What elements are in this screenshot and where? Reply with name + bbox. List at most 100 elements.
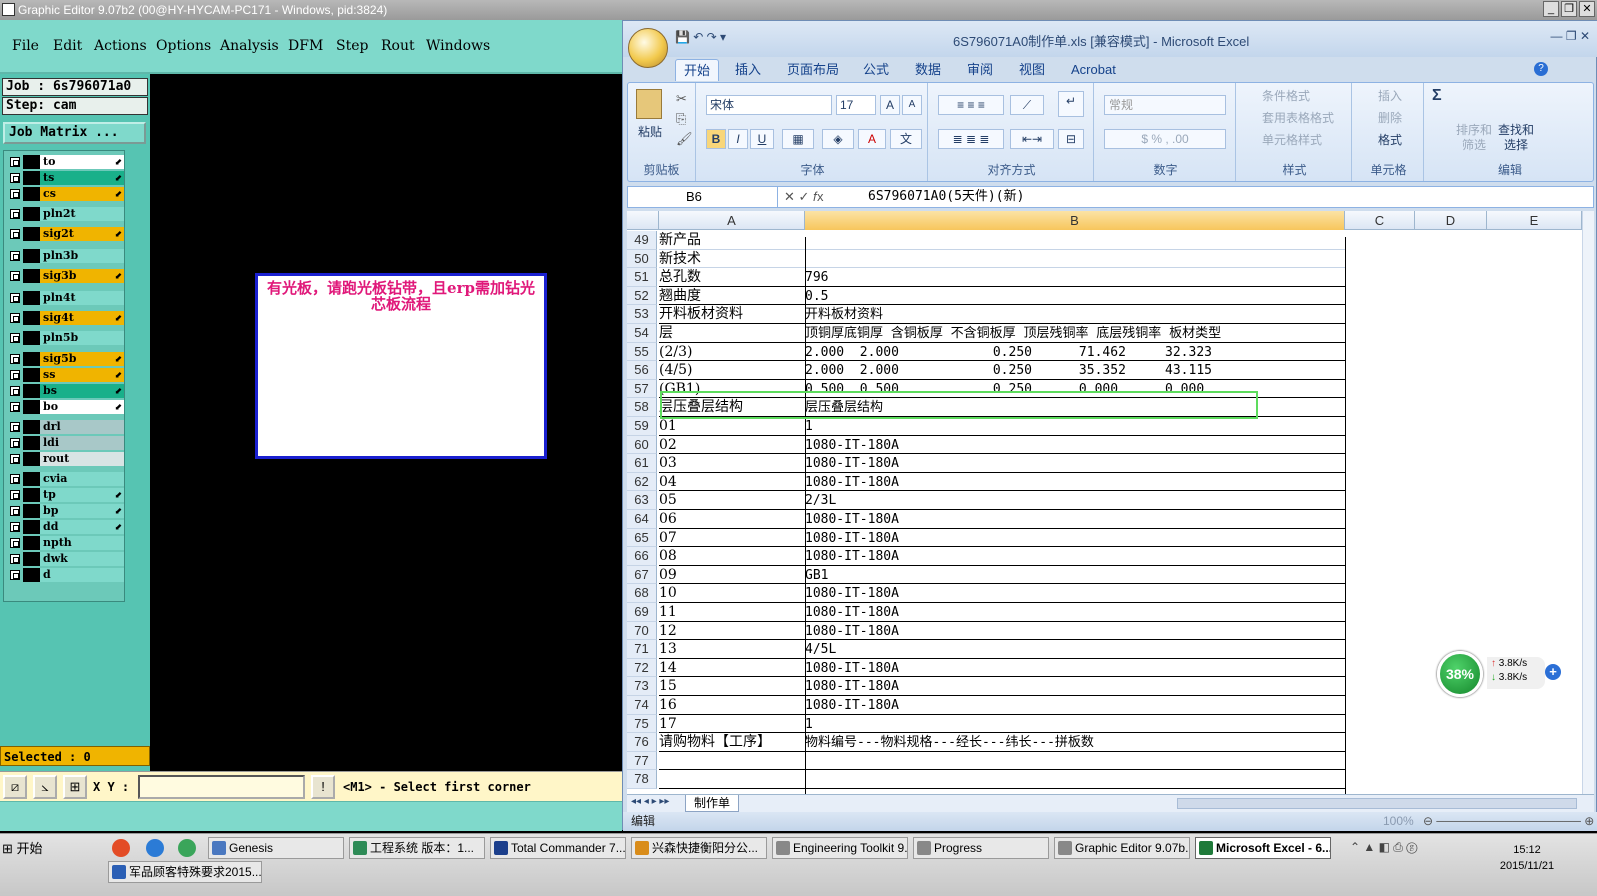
cell-b[interactable]: GB1 (805, 566, 828, 585)
layer-checkbox[interactable] (10, 438, 20, 448)
taskbar-excel[interactable]: Microsoft Excel - 6... (1195, 837, 1331, 859)
layer-checkbox[interactable] (10, 313, 20, 323)
menu-windows[interactable]: Windows (426, 38, 490, 54)
cell-a[interactable]: 16 (659, 696, 677, 715)
quick-access-icons[interactable]: 💾 ↶ ↷ ▾ (675, 30, 726, 44)
cell-a[interactable]: 05 (659, 491, 677, 510)
layer-name[interactable]: pln2t (40, 207, 124, 221)
layer-row-bo[interactable]: bo ⬋ (7, 400, 124, 414)
app-launcher-icon[interactable] (178, 839, 196, 857)
layer-checkbox[interactable] (10, 189, 20, 199)
row-header[interactable]: 76 (627, 733, 657, 752)
row-header[interactable]: 59 (627, 417, 657, 436)
menu-actions[interactable]: Actions (94, 38, 147, 54)
wrap-text-icon[interactable]: ↵ (1058, 91, 1084, 117)
layer-row-pln2t[interactable]: pln2t (7, 207, 124, 221)
tab-insert[interactable]: 插入 (727, 59, 769, 81)
tab-page-layout[interactable]: 页面布局 (779, 59, 847, 81)
layer-name[interactable]: to ⬋ (40, 155, 124, 169)
sort-filter-button[interactable]: 排序和 筛选 (1456, 123, 1492, 153)
zoom-slider-icon[interactable]: ⊖ ───────────────── ⊕ (1423, 812, 1594, 831)
cell-b[interactable]: 796 (805, 268, 828, 287)
cell-b[interactable]: 顶铜厚底铜厚 含铜板厚 不含铜板厚 顶层残铜率 底层残铜率 板材类型 (805, 324, 1221, 343)
orientation-icon[interactable]: ⟋ (1010, 95, 1044, 115)
layer-row-sig4t[interactable]: sig4t ⬋ (7, 311, 124, 325)
italic-icon[interactable]: I (728, 129, 748, 149)
cell-b[interactable]: 0.5 (805, 287, 828, 306)
layer-checkbox[interactable] (10, 209, 20, 219)
zoom-level[interactable]: 100% (1383, 812, 1414, 831)
cell-a[interactable]: 总孔数 (659, 268, 701, 287)
cell-b[interactable]: 1080-IT-180A (805, 696, 899, 715)
layer-row-dwk[interactable]: dwk (7, 552, 124, 566)
layer-row-rout[interactable]: rout (7, 452, 124, 466)
tab-view[interactable]: 视图 (1011, 59, 1053, 81)
layer-checkbox[interactable] (10, 490, 20, 500)
layer-row-pln4t[interactable]: pln4t (7, 291, 124, 305)
row-header[interactable]: 54 (627, 324, 657, 343)
row-header[interactable]: 60 (627, 435, 657, 455)
row-header[interactable]: 68 (627, 584, 657, 603)
tab-review[interactable]: 审阅 (959, 59, 1001, 81)
layer-row-bs[interactable]: bs ⬋ (7, 384, 124, 398)
cell-a[interactable]: 10 (659, 584, 677, 603)
cell-a[interactable]: 06 (659, 510, 677, 529)
layer-row-sig5b[interactable]: sig5b ⬋ (7, 352, 124, 366)
formula-buttons-icon[interactable]: ✕ ✓ 𝑓x (784, 189, 824, 205)
cell-b[interactable]: 2.000 2.000 0.250 35.352 43.115 (805, 361, 1212, 380)
grid-icon[interactable]: ⊞ (63, 775, 87, 799)
cell-b[interactable]: 2.000 2.000 0.250 71.462 32.323 (805, 343, 1212, 362)
cell-b[interactable]: 1080-IT-180A (805, 584, 899, 603)
vertical-scrollbar[interactable] (1582, 211, 1594, 794)
row-header[interactable]: 55 (627, 342, 657, 362)
paste-label[interactable]: 粘贴 (638, 123, 662, 140)
delete-cells-button[interactable]: 删除 (1378, 109, 1402, 126)
row-header[interactable]: 62 (627, 472, 657, 492)
taskbar-engineering-system[interactable]: 工程系统 版本：1... (349, 837, 485, 859)
layer-name[interactable]: ldi (40, 436, 124, 450)
row-header[interactable]: 72 (627, 658, 657, 678)
layer-name[interactable]: bo ⬋ (40, 400, 124, 414)
menu-rout[interactable]: Rout (381, 38, 415, 54)
cell-b[interactable]: 1080-IT-180A (805, 454, 899, 473)
menu-options[interactable]: Options (156, 38, 211, 54)
taskbar-total-commander[interactable]: Total Commander 7.... (490, 837, 626, 859)
conditional-format-button[interactable]: 条件格式 (1262, 87, 1310, 104)
phonetic-icon[interactable]: 文 (890, 129, 922, 149)
underline-icon[interactable]: U (750, 129, 774, 149)
cell-b[interactable]: 1080-IT-180A (805, 659, 899, 678)
cell-b[interactable]: 1080-IT-180A (805, 510, 899, 529)
tab-data[interactable]: 数据 (907, 59, 949, 81)
layer-name[interactable]: pln5b (40, 331, 124, 345)
cell-a[interactable]: (2/3) (659, 343, 692, 362)
col-header-e[interactable]: E (1487, 211, 1582, 230)
layer-row-bp[interactable]: bp ⬋ (7, 504, 124, 518)
cell-a[interactable]: 03 (659, 454, 677, 473)
layer-name[interactable]: npth (40, 536, 124, 550)
tab-home[interactable]: 开始 (675, 59, 720, 81)
row-header[interactable]: 73 (627, 677, 657, 696)
start-button[interactable]: ⊞ 开始 (2, 838, 43, 857)
net-speed-widget[interactable]: ↑ 3.8K/s ↓ 3.8K/s 38% + (1437, 651, 1561, 697)
layer-name[interactable]: bp ⬋ (40, 504, 124, 518)
tray-icons[interactable]: ⌃ ▲ ◧ ⎙ ⓖ (1350, 840, 1417, 855)
select-all-corner[interactable] (627, 211, 659, 230)
cell-a[interactable]: 14 (659, 659, 677, 678)
layer-checkbox[interactable] (10, 454, 20, 464)
font-size-select[interactable]: 17 (836, 95, 876, 115)
border-icon[interactable]: ▦ (782, 129, 814, 149)
row-header[interactable]: 65 (627, 528, 657, 548)
layer-checkbox[interactable] (10, 506, 20, 516)
row-header[interactable]: 77 (627, 751, 657, 771)
row-header[interactable]: 63 (627, 491, 657, 510)
cell-a[interactable]: 12 (659, 622, 677, 641)
cell-a[interactable]: 09 (659, 566, 677, 585)
layer-checkbox[interactable] (10, 386, 20, 396)
paste-icon[interactable] (636, 89, 662, 119)
menu-analysis[interactable]: Analysis (220, 38, 279, 54)
table-format-button[interactable]: 套用表格格式 (1262, 109, 1334, 126)
col-header-b[interactable]: B (805, 211, 1345, 230)
layer-checkbox[interactable] (10, 173, 20, 183)
help-icon[interactable]: ? (1534, 62, 1548, 76)
layer-checkbox[interactable] (10, 370, 20, 380)
